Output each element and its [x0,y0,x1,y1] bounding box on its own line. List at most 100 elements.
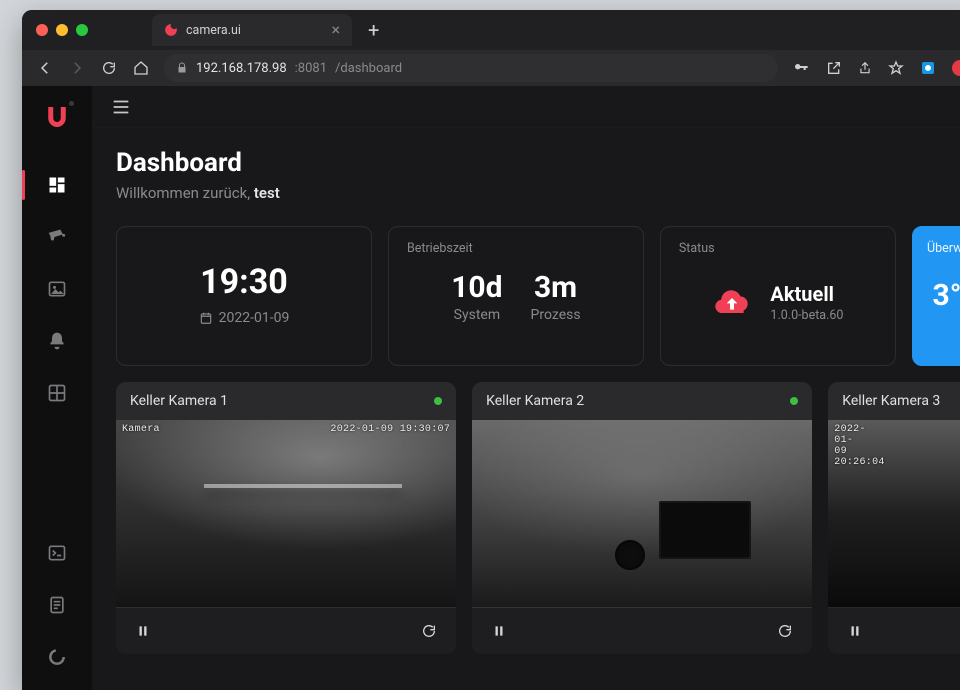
new-tab-button[interactable]: + [352,18,395,42]
menu-button[interactable] [110,96,132,118]
sidebar-item-stats[interactable] [22,644,92,670]
uptime-process-value: 3m [531,270,581,305]
sidebar-item-gallery[interactable] [22,276,92,302]
pause-button[interactable] [842,618,868,644]
status-title: Aktuell [770,282,843,306]
donut-icon [47,647,67,667]
app-logo[interactable] [40,100,74,134]
welcome-text: Willkommen zurück, test [116,184,960,202]
status-card: Status Aktuell 1.0.0-beta.60 [660,226,896,366]
image-icon [47,279,67,299]
url-path: /dashboard [335,61,402,76]
weather-card: Überw 3° [912,226,960,366]
camera-feed[interactable]: Kamera 2022-01-09 19:30:07 [116,420,456,608]
open-external-icon[interactable] [826,60,842,76]
browser-tab-strip: camera.ui × + [22,10,960,50]
share-icon[interactable] [858,60,872,76]
cloud-upload-icon [712,283,752,323]
tab-close-button[interactable]: × [331,22,340,38]
sidebar-item-cameras[interactable] [22,224,92,250]
camera-osd-timestamp: 2022-01-09 20:26:04 [834,424,846,436]
camera-osd-timestamp: 2022-01-09 19:30:07 [330,424,450,435]
clock-card: 19:30 2022-01-09 [116,226,372,366]
key-icon[interactable] [792,60,810,76]
window-close-button[interactable] [36,24,48,36]
feed-decoration [659,501,751,559]
uptime-label: Betriebszeit [407,241,625,256]
lock-icon [176,62,188,74]
window-fullscreen-button[interactable] [76,24,88,36]
uptime-system-value: 10d [451,270,502,305]
url-host: 192.168.178.98 [196,61,287,76]
page-title: Dashboard [116,148,960,178]
welcome-prefix: Willkommen zurück, [116,184,254,202]
welcome-user: test [254,184,280,202]
camera-footer [116,608,456,654]
reload-button[interactable] [772,618,798,644]
clock-date: 2022-01-09 [219,310,290,326]
camera-name: Keller Kamera 1 [130,393,228,409]
pause-button[interactable] [486,618,512,644]
favicon-icon [164,23,178,37]
terminal-icon [47,543,67,563]
document-icon [47,595,67,615]
camera-name: Keller Kamera 2 [486,393,584,409]
uptime-process: 3m Prozess [531,270,581,323]
window-minimize-button[interactable] [56,24,68,36]
profile-avatar[interactable] [952,60,960,76]
content: Dashboard Willkommen zurück, test 19:30 … [92,128,960,654]
feed-decoration [615,540,645,570]
grid-icon [47,175,67,195]
cctv-icon [47,227,67,247]
topbar [92,86,960,128]
sidebar-item-logs[interactable] [22,592,92,618]
window-grid-icon [47,383,67,403]
live-indicator-icon [434,397,442,405]
camera-card[interactable]: Keller Kamera 1 Kamera 2022-01-09 19:30:… [116,382,456,654]
weather-temp: 3° [927,278,960,313]
browser-back-button[interactable] [36,59,54,77]
uptime-system-sublabel: System [451,307,502,323]
extension-icon[interactable] [920,60,936,76]
camera-feed[interactable] [472,420,812,608]
camera-header: Keller Kamera 2 [472,382,812,420]
stat-cards-row: 19:30 2022-01-09 Betriebszeit 10d System [116,226,960,366]
pause-icon [492,624,506,638]
uptime-card: Betriebszeit 10d System 3m Prozess [388,226,644,366]
camera-header: Keller Kamera 1 [116,382,456,420]
sidebar-item-dashboard[interactable] [22,172,92,198]
camera-feed[interactable]: 2022-01-09 20:26:04 [828,420,960,608]
bookmark-star-icon[interactable] [888,60,904,76]
camera-card[interactable]: Keller Kamera 3 2022-01-09 20:26:04 [828,382,960,654]
sidebar-item-notifications[interactable] [22,328,92,354]
browser-window: camera.ui × + 192.168.178.98 :8081/dashbo… [22,10,960,690]
status-text: Aktuell 1.0.0-beta.60 [770,282,843,323]
browser-tab-title: camera.ui [186,23,241,38]
camera-card[interactable]: Keller Kamera 2 [472,382,812,654]
camera-header: Keller Kamera 3 [828,382,960,420]
window-traffic-lights[interactable] [36,24,88,36]
reload-icon [777,623,793,639]
status-label: Status [679,241,877,256]
camera-footer [828,608,960,654]
url-port: :8081 [295,61,327,76]
pause-icon [848,624,862,638]
reload-button[interactable] [416,618,442,644]
sidebar-item-console[interactable] [22,540,92,566]
app-root: Dashboard Willkommen zurück, test 19:30 … [22,86,960,690]
clock-time: 19:30 [200,262,288,302]
browser-home-button[interactable] [132,60,150,76]
bell-icon [47,331,67,351]
browser-forward-button[interactable] [68,59,86,77]
main: Dashboard Willkommen zurück, test 19:30 … [92,86,960,690]
address-bar[interactable]: 192.168.178.98 :8081/dashboard [164,54,778,82]
pause-button[interactable] [130,618,156,644]
camera-footer [472,608,812,654]
uptime-system: 10d System [451,270,502,323]
browser-tab[interactable]: camera.ui × [152,14,352,46]
feed-decoration [204,484,401,488]
camera-name: Keller Kamera 3 [842,393,940,409]
sidebar-item-layout[interactable] [22,380,92,406]
browser-reload-button[interactable] [100,60,118,76]
uptime-process-sublabel: Prozess [531,307,581,323]
